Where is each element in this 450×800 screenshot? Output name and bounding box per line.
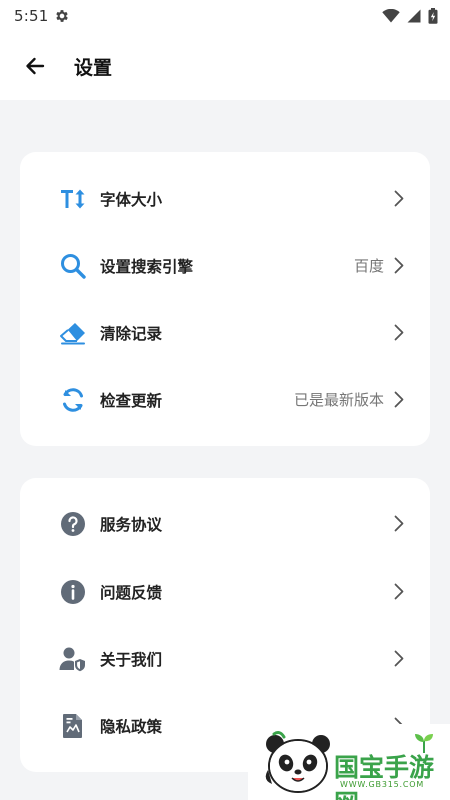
user-shield-icon	[59, 645, 87, 673]
watermark-title: 国宝手游网	[334, 753, 435, 800]
chevron-right-icon	[392, 583, 406, 601]
document-icon	[59, 712, 87, 740]
settings-item-label: 清除记录	[100, 324, 163, 343]
back-button[interactable]	[20, 51, 50, 81]
settings-item-label: 检查更新	[100, 391, 163, 410]
gear-icon	[54, 8, 70, 24]
eraser-icon	[59, 319, 87, 347]
text-size-icon	[59, 185, 87, 213]
settings-item-search-engine[interactable]: 设置搜索引擎 百度	[20, 232, 430, 299]
status-time: 5:51	[14, 7, 49, 25]
settings-item-check-update[interactable]: 检查更新 已是最新版本	[20, 366, 430, 433]
settings-item-value: 百度	[353, 257, 384, 275]
watermark-url: WWW.GB315.COM	[340, 780, 425, 789]
chevron-right-icon	[392, 324, 406, 342]
settings-group-general: 字体大小 设置搜索引擎 百度 清除记录 检查更新 已是最新版本	[20, 152, 430, 446]
settings-item-label: 字体大小	[100, 190, 163, 209]
settings-item-label: 服务协议	[100, 515, 163, 534]
question-circle-icon	[59, 510, 87, 538]
settings-item-clear-history[interactable]: 清除记录	[20, 299, 430, 366]
chevron-right-icon	[392, 257, 406, 275]
status-bar: 5:51	[0, 0, 450, 32]
settings-item-feedback[interactable]: 问题反馈	[20, 558, 430, 625]
wifi-icon	[382, 9, 400, 23]
chevron-right-icon	[392, 391, 406, 409]
chevron-right-icon	[392, 515, 406, 533]
page-title: 设置	[74, 56, 113, 79]
settings-item-value: 已是最新版本	[293, 391, 384, 409]
refresh-icon	[59, 386, 87, 414]
app-header: 设置	[0, 32, 450, 100]
search-icon	[59, 252, 87, 280]
settings-item-label: 隐私政策	[100, 717, 163, 736]
settings-item-font-size[interactable]: 字体大小	[20, 165, 430, 232]
signal-icon	[407, 9, 421, 23]
chevron-right-icon	[392, 650, 406, 668]
battery-icon	[428, 8, 438, 24]
status-icons	[382, 8, 438, 24]
settings-item-about-us[interactable]: 关于我们	[20, 625, 430, 692]
settings-item-label: 设置搜索引擎	[100, 257, 194, 276]
settings-item-label: 关于我们	[100, 650, 163, 669]
arrow-left-icon	[26, 57, 45, 75]
panda-logo-icon	[264, 730, 332, 796]
settings-item-service-agreement[interactable]: 服务协议	[20, 490, 430, 557]
chevron-right-icon	[392, 190, 406, 208]
watermark: 国宝手游网 WWW.GB315.COM	[248, 724, 450, 800]
info-circle-icon	[59, 578, 87, 606]
settings-item-label: 问题反馈	[100, 583, 163, 602]
